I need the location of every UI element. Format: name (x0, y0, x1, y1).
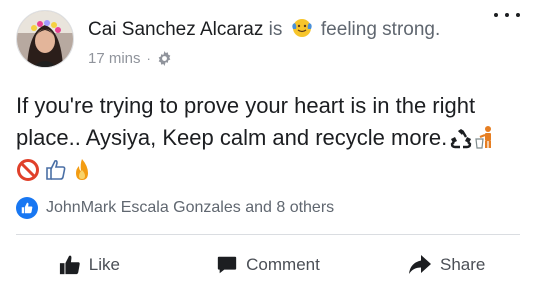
like-label: Like (88, 255, 120, 274)
post-text: If you're trying to prove your heart is … (16, 90, 520, 158)
separator-dot: · (146, 51, 151, 66)
emoji-row (16, 158, 92, 187)
litter-in-bin-icon (472, 125, 496, 158)
post-text-line-2-wrap: place.. Aysiya, Keep calm and recycle mo… (16, 122, 520, 158)
fire-icon (72, 158, 92, 187)
comment-icon (217, 256, 237, 274)
gear-icon[interactable] (157, 51, 172, 66)
action-bar: Like Comment Share (0, 244, 536, 286)
reaction-summary-text: JohnMark Escala Gonzales and 8 others (46, 199, 335, 216)
avatar[interactable] (16, 10, 74, 68)
more-dot (505, 13, 509, 17)
post-header: Cai Sanchez Alcaraz is feeling strong. (88, 18, 440, 42)
feeling-text[interactable]: feeling strong. (321, 19, 440, 40)
reaction-summary[interactable]: JohnMark Escala Gonzales and 8 others (16, 197, 334, 219)
profile-photo (17, 11, 73, 67)
share-label: Share (439, 255, 486, 274)
is-word: is (268, 19, 283, 40)
post-text-line-1: If you're trying to prove your heart is … (16, 93, 476, 118)
divider (16, 234, 520, 235)
more-dot (516, 13, 520, 17)
like-button[interactable]: Like (0, 244, 179, 286)
post-meta: 17 mins · (88, 50, 172, 67)
feed-post: Cai Sanchez Alcaraz is feeling strong. 1… (0, 0, 536, 288)
more-options-icon[interactable] (494, 6, 520, 24)
like-badge-icon (16, 197, 38, 219)
thumbs-up-icon (59, 255, 80, 275)
thumbs-up-outline-icon (44, 158, 68, 187)
recycle-icon (447, 126, 472, 158)
more-dot (494, 13, 498, 17)
no-entry-icon (16, 158, 40, 187)
flexing-face-emoji-icon (291, 18, 312, 38)
author-name[interactable]: Cai Sanchez Alcaraz (88, 19, 263, 40)
comment-label: Comment (246, 255, 320, 274)
timestamp[interactable]: 17 mins (88, 50, 141, 67)
comment-button[interactable]: Comment (179, 244, 358, 286)
share-button[interactable]: Share (357, 244, 536, 286)
share-icon (408, 255, 431, 274)
post-text-line-2: place.. Aysiya, Keep calm and recycle mo… (16, 125, 448, 150)
